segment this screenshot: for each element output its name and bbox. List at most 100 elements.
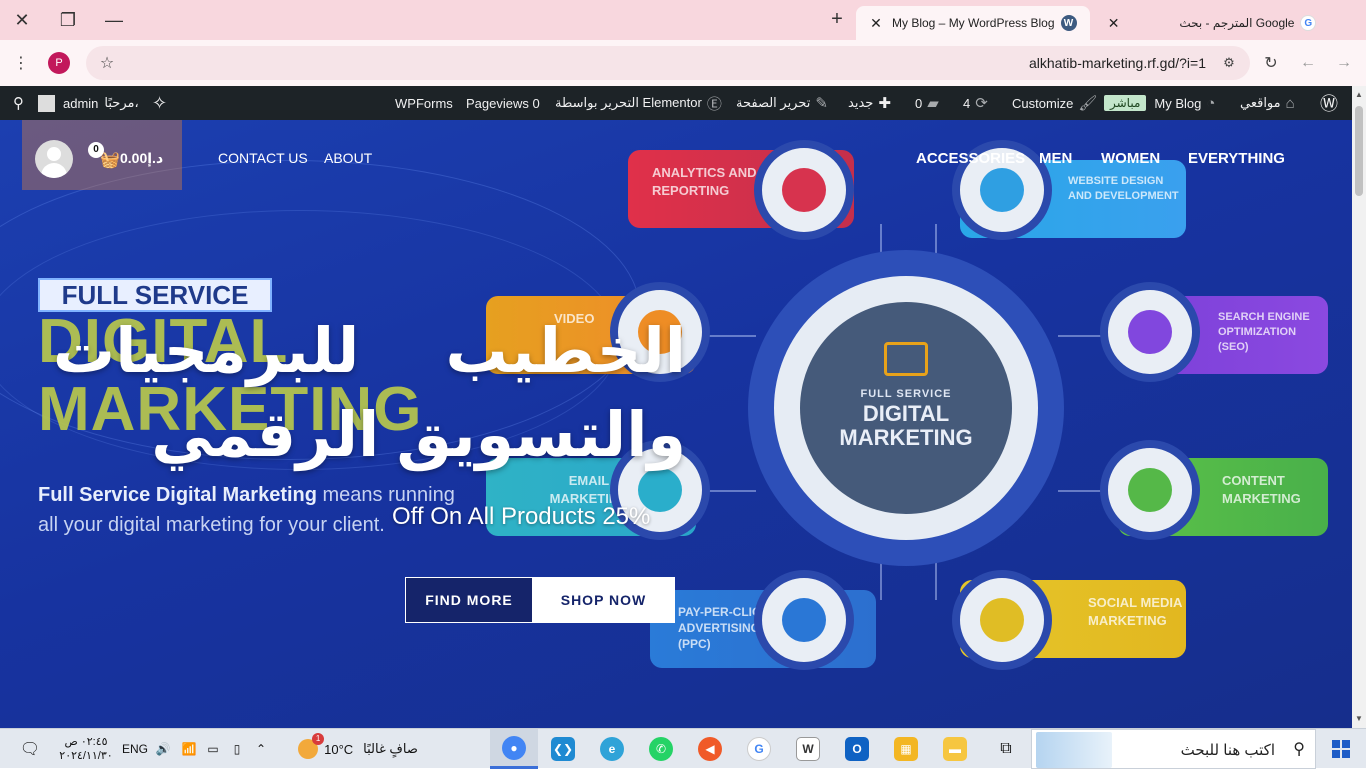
clock-date: ٢٠٢٤/١١/٣٠ [59,750,113,762]
forward-arrow-icon[interactable]: → [1331,50,1357,76]
megaphone-icon [884,342,928,376]
nav-contact-us[interactable]: CONTACT US [218,150,308,166]
taskbar-edge[interactable]: e [588,729,636,769]
start-button[interactable] [1316,729,1366,769]
edit-with-elementor-menu[interactable]: التحرير بواسطة Elementor Ⓔ [555,86,727,120]
tab-google-translate[interactable]: ✕ المترجم - بحث Google G [1094,6,1326,40]
edit-page-menu[interactable]: تحرير الصفحة ✎ [736,86,833,120]
pill-label: SOCIAL MEDIA MARKETING [1088,595,1182,628]
hero-title-line1: الخطيب للبرمجيات [52,317,686,386]
reload-icon[interactable]: ↻ [1258,50,1284,76]
clock[interactable]: ٠٢:٤٥ ص ٢٠٢٤/١١/٣٠ [56,729,116,769]
chrome-icon: ● [502,735,526,760]
taskbar-whatsapp[interactable]: ✆ [637,729,685,769]
my-account-menu[interactable]: admin مرحبًا، [38,86,139,120]
content-icon [1100,440,1200,540]
url-text[interactable]: alkhatib-marketing.rf.gd/?i=1 [1029,55,1206,71]
taskbar-store[interactable]: ▦ [882,729,930,769]
wpforms-menu[interactable]: WPForms [395,86,453,120]
pill-label: SEARCH ENGINE OPTIMIZATION (SEO) [1218,311,1310,353]
device-icon[interactable]: ▯ [226,729,248,769]
shop-now-button[interactable]: SHOP NOW [532,577,675,623]
weather-widget[interactable]: 1 10°C صافٍ غالبًا [288,729,428,769]
wifi-icon[interactable]: 📶 [178,729,200,769]
volume-icon[interactable]: 🔊 [152,729,174,769]
ppc-icon [754,570,854,670]
pill-label: CONTENT MARKETING [1222,473,1301,506]
my-sites-menu[interactable]: مواقعي ⌂ [1240,86,1300,120]
browser-tab-strip: ✕ ❐ — + ✕ My Blog – My WordPress Blog W … [0,0,1366,40]
cart-total[interactable]: د.إ0.00 [120,150,163,167]
weather-icon: 1 [298,733,325,759]
find-more-button[interactable]: FIND MORE [405,577,533,623]
nav-women[interactable]: WOMEN [1101,150,1160,167]
tab-close-icon[interactable]: ✕ [866,15,886,32]
ai-sparkle-icon[interactable]: ✧ [152,86,167,120]
window-restore-icon[interactable]: ❐ [52,6,84,34]
scroll-thumb[interactable] [1355,106,1363,196]
elementor-label: التحرير بواسطة Elementor [555,95,702,110]
windows-logo-icon [1332,740,1350,758]
window-minimize-icon[interactable]: — [98,6,130,34]
profile-avatar[interactable]: P [48,52,70,74]
center-hub: FULL SERVICE DIGITAL MARKETING [800,302,1012,514]
outlook-icon: O [845,737,869,761]
weather-badge: 1 [312,733,325,745]
wikipedia-icon: W [796,737,820,761]
wordpress-logo-icon[interactable]: Ⓦ [1320,86,1338,120]
elementor-icon: Ⓔ [706,95,722,113]
language-indicator[interactable]: ENG [120,729,150,769]
admin-search-icon[interactable]: ⚲ [8,86,29,120]
customize-menu[interactable]: Customize 🖌 [1012,86,1102,120]
hero-title-line2: والتسويق الرقمي [151,401,686,470]
tab-title: المترجم - بحث Google [1179,16,1295,30]
taskbar-task-view[interactable]: ⧉ [982,729,1030,769]
bookmark-star-icon[interactable]: ☆ [94,50,120,76]
pageviews-menu[interactable]: Pageviews 0 [466,86,540,120]
tray-chevron-icon[interactable]: ⌃ [250,729,272,769]
account-avatar[interactable] [35,140,73,178]
windows-taskbar: 🗨 ٠٢:٤٥ ص ٢٠٢٤/١١/٣٠ ENG 🔊 📶 ▭ ▯ ⌃ 1 10°… [0,728,1366,769]
center-hub-big: DIGITAL MARKETING [839,401,973,450]
nav-accessories[interactable]: ACCESSORIES [916,150,1025,167]
windows-search-box[interactable]: اكتب هنا للبحث ⚲ [1031,729,1316,769]
new-tab-button[interactable]: + [826,8,848,30]
back-arrow-icon[interactable]: ← [1295,50,1321,76]
site-name: My Blog [1154,95,1202,111]
nav-everything[interactable]: EVERYTHING [1188,150,1285,167]
updates-count: 4 [963,95,971,111]
vscode-icon: ❮❯ [551,737,575,761]
taskbar-google[interactable]: G [735,729,783,769]
cart-count-badge: 0 [88,142,104,158]
whatsapp-icon: ✆ [649,737,673,761]
updates-menu[interactable]: 4 ⟳ [963,86,993,120]
taskbar-outlook[interactable]: O [833,729,881,769]
nav-men[interactable]: MEN [1039,150,1072,167]
taskbar-chrome[interactable]: ● [490,729,538,769]
menu-kebab-icon[interactable]: ⋮ [8,50,34,76]
tab-my-blog[interactable]: ✕ My Blog – My WordPress Blog W [856,6,1090,40]
address-bar[interactable]: ☆ alkhatib-marketing.rf.gd/?i=1 ⚙ [86,46,1250,80]
nav-about[interactable]: ABOUT [324,150,372,166]
hero-subtitle: Off On All Products 25% [392,503,651,530]
page-scrollbar[interactable]: ▲ ▼ [1352,86,1366,728]
window-close-icon[interactable]: ✕ [6,6,38,34]
tab-close-icon[interactable]: ✕ [1104,15,1123,32]
site-settings-icon[interactable]: ⚙ [1216,50,1242,76]
customize-label: Customize [1012,95,1074,111]
taskbar-app-orange[interactable]: ◀ [686,729,734,769]
browser-toolbar: ⋮ P ☆ alkhatib-marketing.rf.gd/?i=1 ⚙ ↻ … [0,40,1366,86]
taskbar-vscode[interactable]: ❮❯ [539,729,587,769]
notifications-icon[interactable]: 🗨 [10,729,50,769]
new-content-menu[interactable]: جديد ✚ [848,86,896,120]
taskbar-wikipedia[interactable]: W [784,729,832,769]
plus-icon: ✚ [878,95,891,112]
scroll-up-icon[interactable]: ▲ [1352,88,1366,102]
taskbar-file-explorer[interactable]: ▬ [931,729,979,769]
battery-icon[interactable]: ▭ [202,729,224,769]
edge-icon: e [600,737,624,761]
scroll-down-icon[interactable]: ▼ [1352,712,1366,726]
task-view-icon: ⧉ [1000,740,1012,757]
site-name-menu[interactable]: مباشر My Blog ◔ [1100,86,1220,120]
comments-menu[interactable]: 0 ▰ [915,86,944,120]
